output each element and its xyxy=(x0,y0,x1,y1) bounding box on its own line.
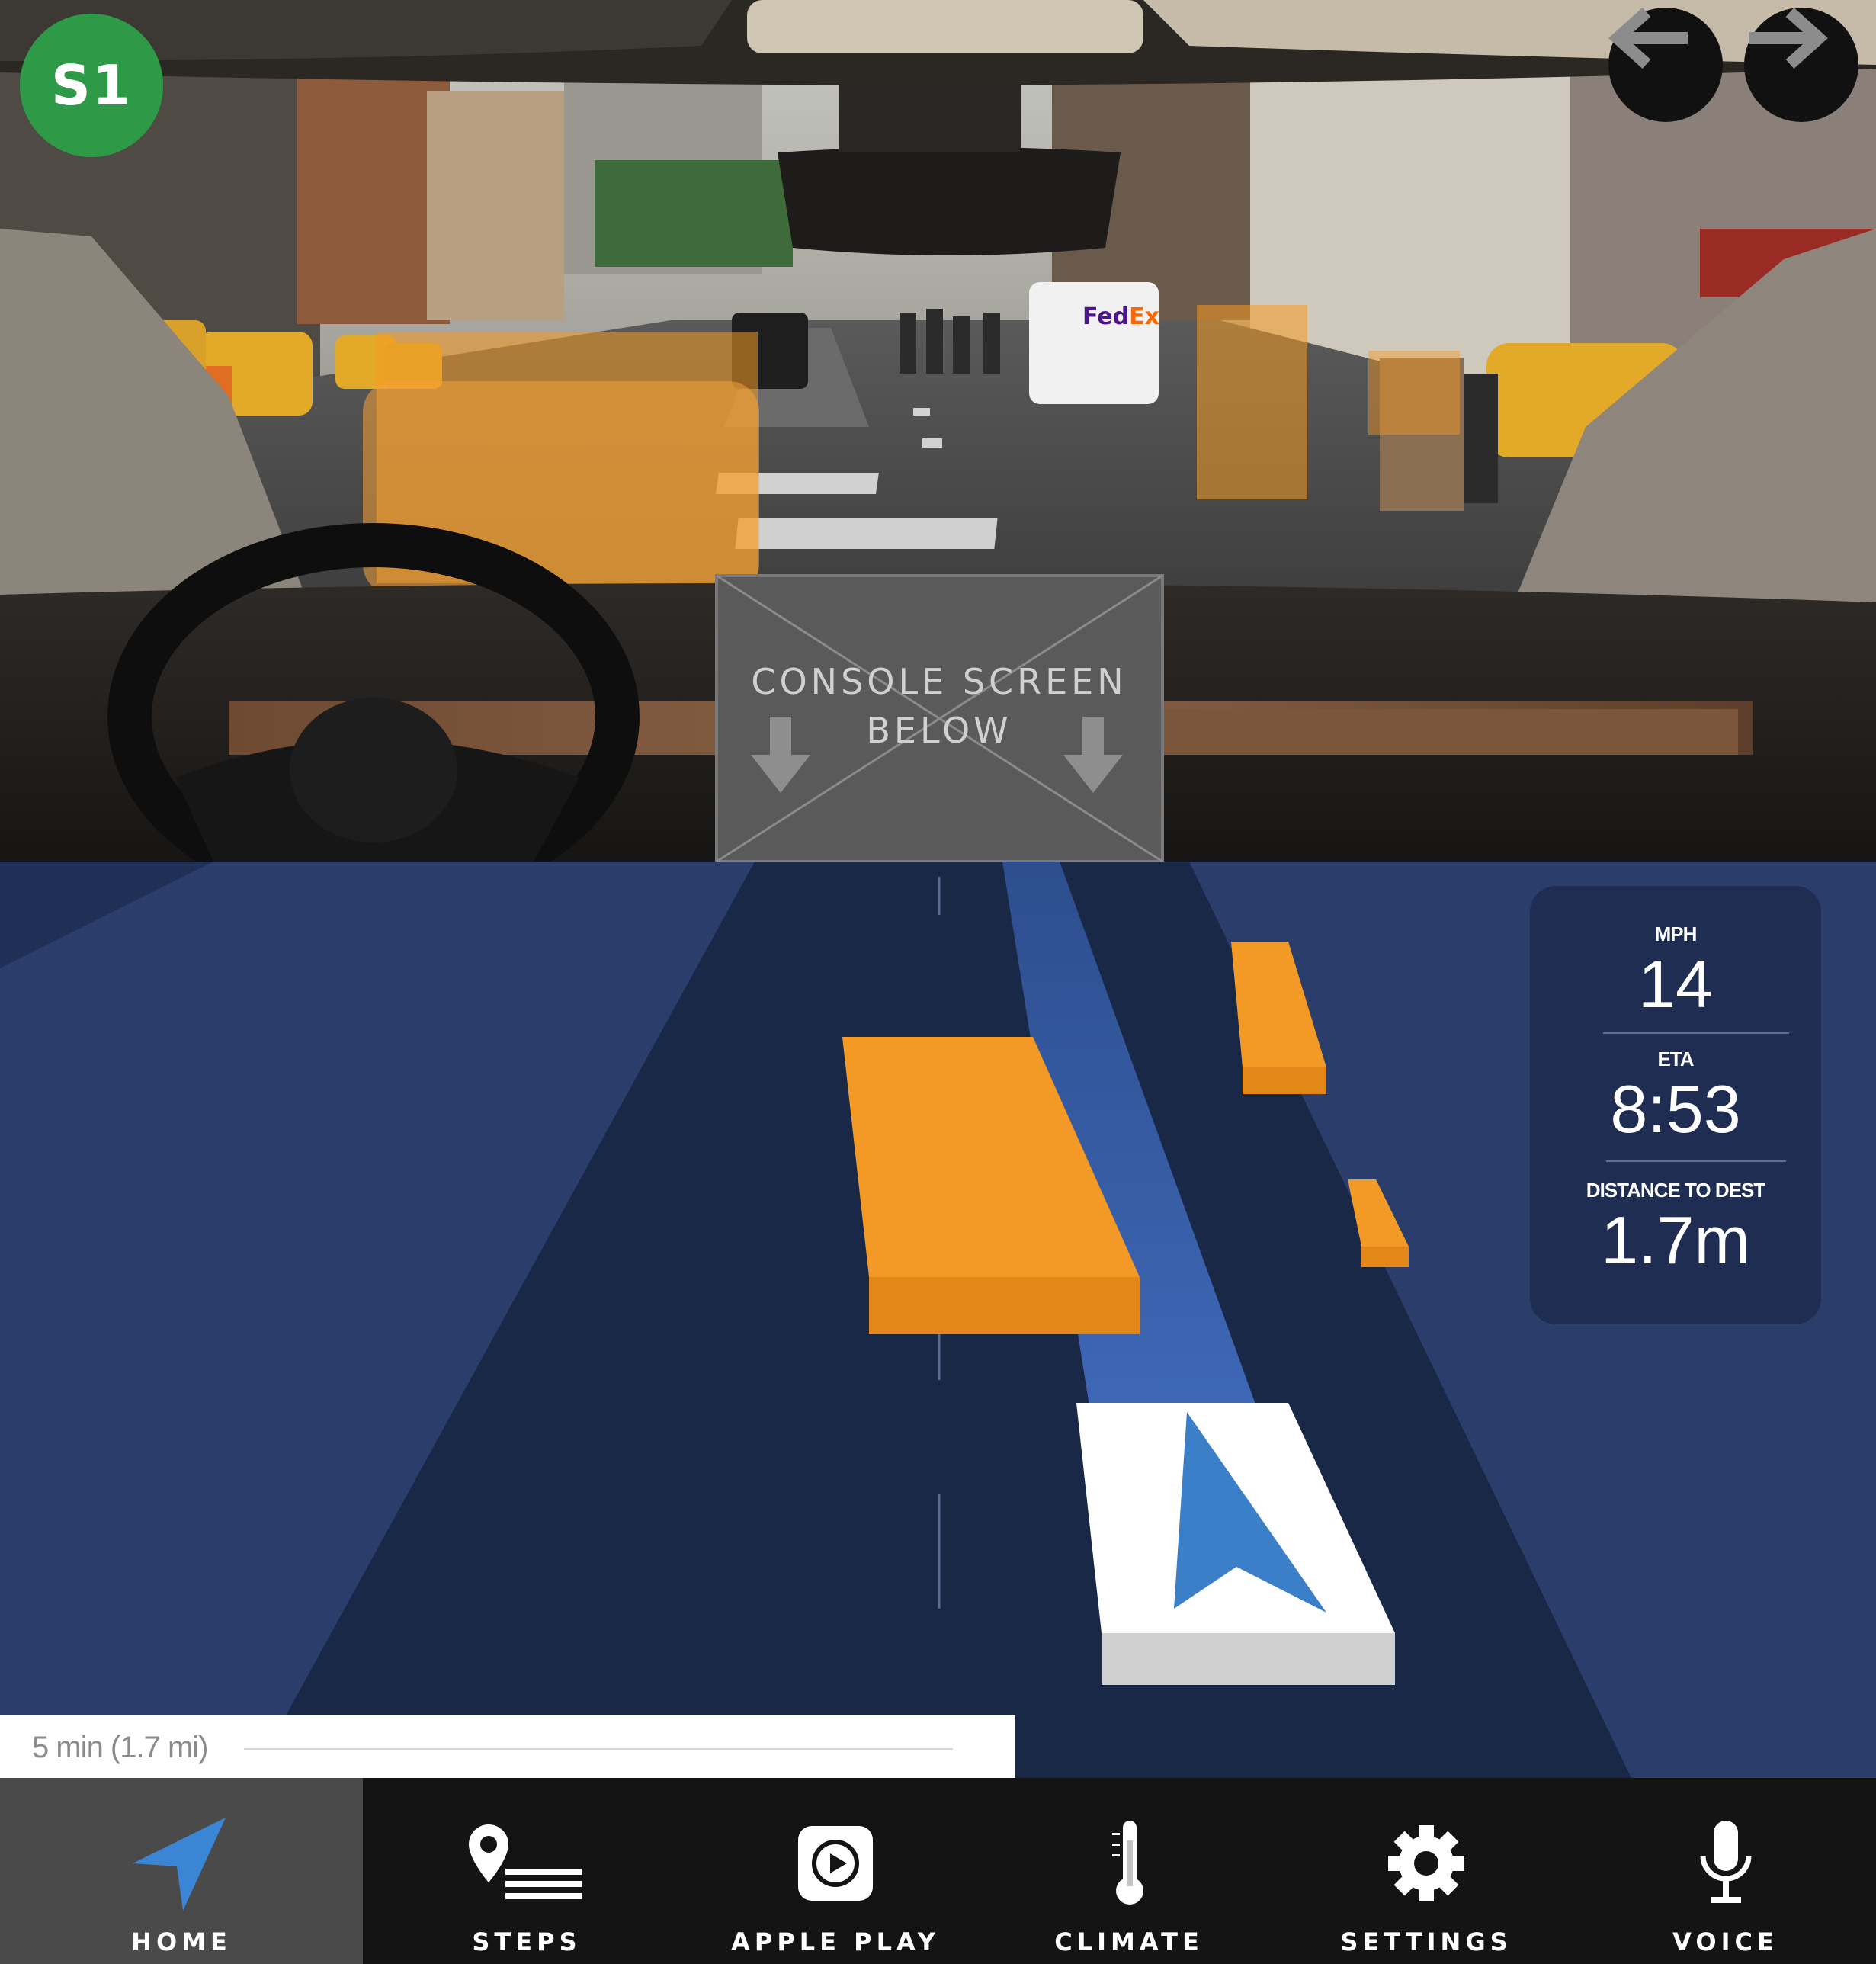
scenario-badge: S1 xyxy=(20,14,163,157)
route-summary-text: 5 min (1.7 mi) xyxy=(32,1731,208,1764)
divider xyxy=(1606,1160,1786,1162)
distance-value: 1.7m xyxy=(1601,1202,1750,1278)
nav-item-apple-play[interactable]: APPLE PLAY xyxy=(691,1778,980,1964)
navigation-arrow-icon xyxy=(133,1818,226,1911)
nav-label-steps: STEPS xyxy=(472,1927,582,1956)
console-screen-label: CONSOLE SCREEN BELOW xyxy=(751,661,1127,751)
detection-box-pedestrian xyxy=(1368,351,1460,435)
gear-icon xyxy=(1388,1825,1464,1901)
speed-label: MPH xyxy=(1654,923,1698,945)
nav-label-apple-play: APPLE PLAY xyxy=(731,1927,940,1956)
nav-item-steps[interactable]: STEPS xyxy=(363,1778,691,1964)
divider xyxy=(1603,1032,1789,1034)
arrow-left-icon xyxy=(1608,8,1688,69)
nav-label-home: HOME xyxy=(131,1927,232,1956)
detection-box-cyclist xyxy=(1197,305,1307,499)
nav-label-climate: CLIMATE xyxy=(1054,1927,1204,1956)
route-summary-bar[interactable]: 5 min (1.7 mi) xyxy=(0,1715,1015,1778)
steps-list-icon xyxy=(469,1824,582,1899)
bottom-nav-bar: HOME STEPS APPLE PLAY CLIMATE SETTINGS V… xyxy=(0,1778,1876,1964)
svg-text:FedEx: FedEx xyxy=(1082,303,1159,330)
arrow-right-icon xyxy=(1749,8,1828,69)
back-button[interactable] xyxy=(1608,8,1723,122)
microphone-icon xyxy=(1700,1821,1751,1903)
camera-view: FedEx S1 CONSOLE SCREEN BELOW xyxy=(0,0,1876,862)
nav-label-voice: VOICE xyxy=(1672,1927,1778,1956)
forward-button[interactable] xyxy=(1744,8,1858,122)
distance-label: DISTANCE TO DEST xyxy=(1586,1179,1765,1202)
thermometer-icon xyxy=(1112,1821,1143,1905)
nav-item-climate[interactable]: CLIMATE xyxy=(980,1778,1278,1964)
eta-label: ETA xyxy=(1657,1048,1694,1070)
eta-value: 8:53 xyxy=(1610,1071,1741,1147)
nav-item-voice[interactable]: VOICE xyxy=(1575,1778,1876,1964)
trip-info-panel: MPH 14 ETA 8:53 DISTANCE TO DEST 1.7m xyxy=(1530,886,1821,1324)
speed-value: 14 xyxy=(1638,946,1713,1022)
nav-label-settings: SETTINGS xyxy=(1340,1927,1512,1956)
route-progress-line xyxy=(244,1748,953,1750)
nav-item-home[interactable]: HOME xyxy=(0,1778,363,1964)
apple-play-icon xyxy=(798,1826,873,1901)
nav-item-settings[interactable]: SETTINGS xyxy=(1278,1778,1575,1964)
